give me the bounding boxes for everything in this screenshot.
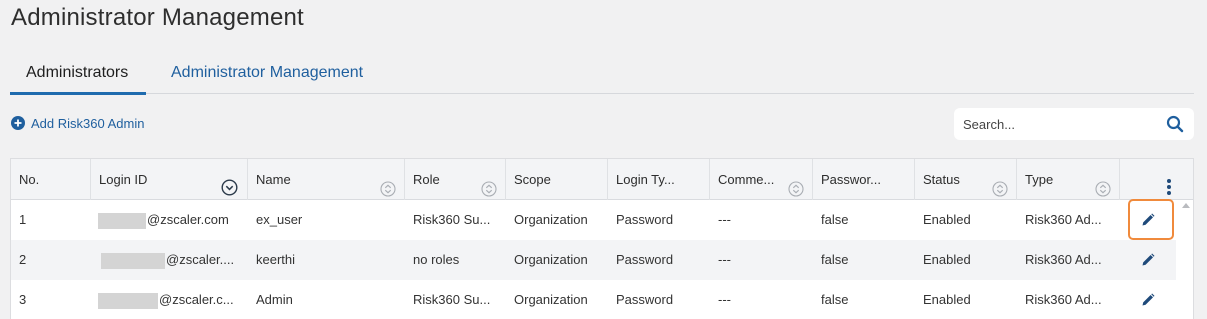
add-risk360-admin-label: Add Risk360 Admin <box>31 115 145 131</box>
table-row[interactable]: 1 @zscaler.com ex_user Risk360 Su... Org… <box>11 200 1176 240</box>
cell-password: false <box>821 252 849 267</box>
cell-status: Enabled <box>923 252 971 267</box>
sort-icon[interactable] <box>1095 172 1111 197</box>
column-header-status[interactable]: Status <box>915 159 1017 200</box>
cell-comments: --- <box>718 212 731 227</box>
tab-bar: Administrators Administrator Management <box>9 58 1194 95</box>
cell-login-id: @zscaler.com <box>91 200 248 240</box>
pencil-icon <box>1142 293 1155 306</box>
column-header-type[interactable]: Type <box>1017 159 1120 200</box>
column-header-label: Login Ty... <box>616 172 675 187</box>
cell-login-id: @zscaler.c... <box>91 280 248 319</box>
chevron-down-circle-icon[interactable] <box>221 171 238 196</box>
cell-login-type: Password <box>616 252 674 267</box>
column-header-label: Scope <box>514 172 551 187</box>
cell-type: Risk360 Ad... <box>1025 212 1102 227</box>
cell-no: 2 <box>19 252 27 267</box>
vertical-scrollbar[interactable] <box>1186 201 1193 319</box>
column-header-label: Status <box>923 172 960 187</box>
redacted-block <box>101 252 165 269</box>
redacted-block <box>98 212 146 229</box>
column-header-label: Passwor... <box>821 172 881 187</box>
column-header-role[interactable]: Role <box>405 159 506 200</box>
cell-name: keerthi <box>256 252 296 267</box>
sort-icon[interactable] <box>380 172 396 197</box>
column-header-label: No. <box>19 172 40 187</box>
add-risk360-admin-button[interactable]: Add Risk360 Admin <box>11 114 144 132</box>
cell-no: 1 <box>19 212 27 227</box>
cell-login-type: Password <box>616 212 674 227</box>
cell-password: false <box>821 212 849 227</box>
sort-icon[interactable] <box>788 172 804 197</box>
redacted-block <box>98 292 158 309</box>
cell-scope: Organization <box>514 292 588 307</box>
cell-comments: --- <box>718 292 731 307</box>
cell-login-id: @zscaler.... <box>91 240 248 280</box>
cell-role: Risk360 Su... <box>413 292 491 307</box>
cell-scope: Organization <box>514 212 588 227</box>
column-header-no[interactable]: No. <box>11 159 91 200</box>
cell-password: false <box>821 292 849 307</box>
kebab-menu-icon[interactable] <box>1166 171 1172 200</box>
cell-role: Risk360 Su... <box>413 212 491 227</box>
login-id-text: @zscaler.com <box>147 212 229 227</box>
login-id-text: @zscaler.... <box>166 252 235 267</box>
sort-icon[interactable] <box>481 172 497 197</box>
scroll-up-arrow-icon[interactable] <box>1182 203 1190 208</box>
cell-status: Enabled <box>923 212 971 227</box>
cell-name: ex_user <box>256 212 303 227</box>
edit-button[interactable] <box>1125 240 1171 280</box>
cell-status: Enabled <box>923 292 971 307</box>
column-header-label: Name <box>256 172 291 187</box>
page-title: Administrator Management <box>11 4 304 31</box>
column-header-login-type[interactable]: Login Ty... <box>608 159 710 200</box>
plus-circle-icon <box>11 116 25 130</box>
table-header: No. Login ID Name Role Scope Login Ty...… <box>11 159 1193 200</box>
search-input[interactable] <box>963 116 1153 132</box>
column-header-login-id[interactable]: Login ID <box>91 159 248 200</box>
cell-comments: --- <box>718 252 731 267</box>
column-header-label: Comme... <box>718 172 775 187</box>
tab-administrator-management[interactable]: Administrator Management <box>171 64 363 94</box>
cell-name: Admin <box>256 292 293 307</box>
cell-type: Risk360 Ad... <box>1025 292 1102 307</box>
column-header-label: Role <box>413 172 440 187</box>
column-header-label: Login ID <box>99 172 148 187</box>
login-id-text: @zscaler.c... <box>159 292 234 307</box>
table-row[interactable]: 3 @zscaler.c... Admin Risk360 Su... Orga… <box>11 280 1176 319</box>
cell-type: Risk360 Ad... <box>1025 252 1102 267</box>
column-header-scope[interactable]: Scope <box>506 159 608 200</box>
column-header-comments[interactable]: Comme... <box>710 159 813 200</box>
edit-button-highlight <box>1128 199 1174 240</box>
column-header-password[interactable]: Passwor... <box>813 159 915 200</box>
cell-login-type: Password <box>616 292 674 307</box>
search-box <box>954 108 1194 140</box>
column-header-label: Type <box>1025 172 1054 187</box>
cell-scope: Organization <box>514 252 588 267</box>
column-header-name[interactable]: Name <box>248 159 405 200</box>
pencil-icon <box>1142 253 1155 266</box>
cell-no: 3 <box>19 292 27 307</box>
sort-icon[interactable] <box>992 172 1008 197</box>
column-header-actions <box>1120 159 1193 200</box>
edit-button[interactable] <box>1125 280 1171 319</box>
administrators-table: No. Login ID Name Role Scope Login Ty...… <box>10 158 1194 319</box>
table-row[interactable]: 2 @zscaler.... keerthi no roles Organiza… <box>11 240 1176 280</box>
cell-role: no roles <box>413 252 460 267</box>
tab-administrators[interactable]: Administrators <box>9 64 147 95</box>
search-icon[interactable] <box>1166 115 1184 138</box>
